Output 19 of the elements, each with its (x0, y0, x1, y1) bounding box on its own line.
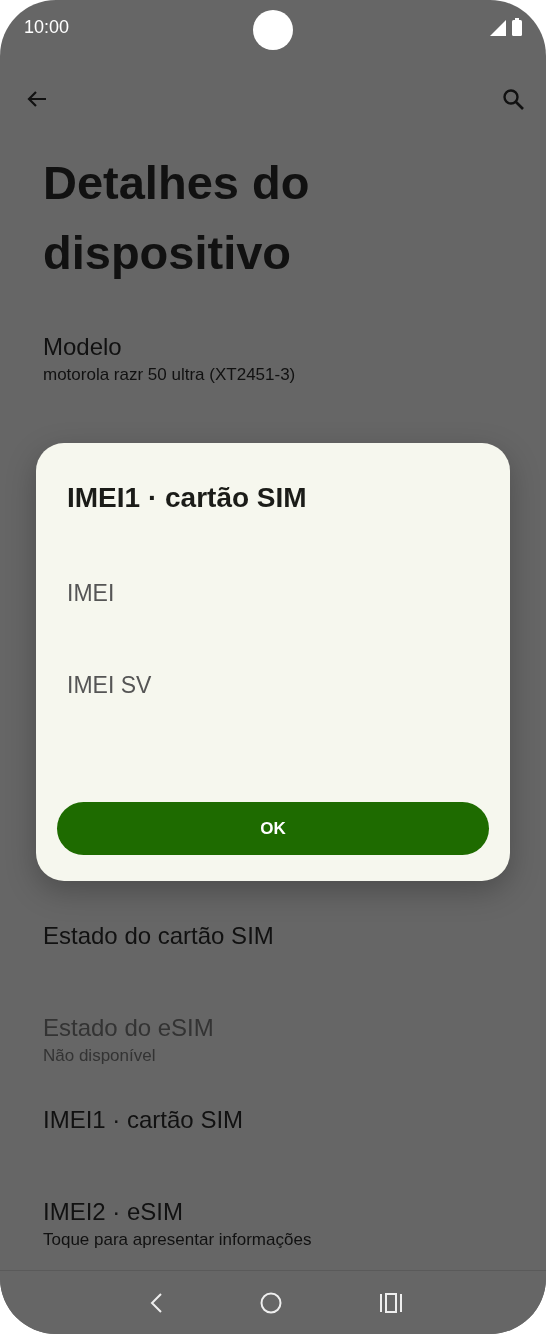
setting-title[interactable]: Estado do cartão SIM (43, 920, 274, 952)
recents-icon[interactable] (378, 1291, 403, 1314)
setting-subtitle: Toque para apresentar informações (43, 1229, 312, 1251)
setting-title[interactable]: Modelo (43, 331, 122, 363)
setting-subtitle: motorola razr 50 ultra (XT2451-3) (43, 364, 296, 386)
dialog-item: IMEI (67, 579, 115, 608)
search-icon[interactable] (501, 87, 525, 111)
dialog-title: IMEI1 · cartão SIM (67, 481, 307, 515)
status-time: 10:00 (24, 16, 70, 38)
home-icon[interactable] (260, 1291, 283, 1314)
battery-icon (512, 18, 522, 36)
camera-hole (253, 10, 293, 50)
back-icon[interactable] (148, 1291, 165, 1314)
page-title: Detalhes do dispositivo (43, 155, 311, 281)
setting-title[interactable]: IMEI1 · cartão SIM (43, 1104, 244, 1136)
dialog-item: IMEI SV (67, 671, 152, 700)
setting-title[interactable]: IMEI2 · eSIM (43, 1196, 184, 1228)
ok-button[interactable]: OK (57, 802, 489, 855)
signal-icon (490, 20, 506, 36)
